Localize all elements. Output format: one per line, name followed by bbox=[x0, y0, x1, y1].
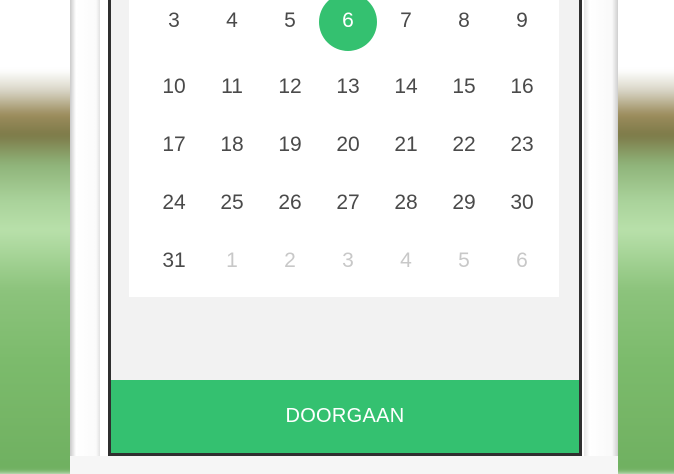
calendar-day[interactable]: 21 bbox=[377, 116, 435, 174]
calendar-day-number: 31 bbox=[162, 249, 186, 272]
calendar-day-number: 26 bbox=[278, 191, 302, 214]
calendar-day[interactable]: 28 bbox=[377, 174, 435, 232]
device-frame-left bbox=[70, 0, 100, 474]
calendar-day[interactable]: 7 bbox=[377, 0, 435, 58]
calendar-day[interactable]: 9 bbox=[493, 0, 551, 58]
calendar-day[interactable]: 5 bbox=[261, 0, 319, 58]
calendar-day[interactable]: 22 bbox=[435, 116, 493, 174]
calendar-day-next-month[interactable]: 2 bbox=[261, 232, 319, 290]
calendar-day-number: 5 bbox=[458, 249, 470, 272]
calendar-day[interactable]: 29 bbox=[435, 174, 493, 232]
calendar-day[interactable]: 27 bbox=[319, 174, 377, 232]
calendar-day-selected[interactable]: 6 bbox=[319, 0, 377, 58]
calendar-day-number: 7 bbox=[400, 9, 412, 32]
app-scene: 3 4 5 6 7 8 9 10 11 12 13 14 15 16 17 18 19 20 21 22 23 24 25 2… bbox=[0, 0, 674, 474]
device-frame-bottom bbox=[70, 456, 618, 474]
calendar-day[interactable]: 19 bbox=[261, 116, 319, 174]
calendar-day-number: 19 bbox=[278, 133, 302, 156]
calendar-day-number: 15 bbox=[452, 75, 476, 98]
calendar-day[interactable]: 17 bbox=[145, 116, 203, 174]
calendar-day-number: 12 bbox=[278, 75, 302, 98]
calendar-day-number: 28 bbox=[394, 191, 418, 214]
calendar-day-number: 4 bbox=[226, 9, 238, 32]
calendar-day-next-month[interactable]: 6 bbox=[493, 232, 551, 290]
background-photo-right bbox=[612, 0, 674, 474]
calendar-day[interactable]: 14 bbox=[377, 58, 435, 116]
calendar-day-number: 29 bbox=[452, 191, 476, 214]
calendar-day-number: 27 bbox=[336, 191, 360, 214]
calendar-day[interactable]: 23 bbox=[493, 116, 551, 174]
calendar-day-number: 21 bbox=[394, 133, 418, 156]
calendar-day-number: 10 bbox=[162, 75, 186, 98]
calendar-day-number: 11 bbox=[221, 75, 243, 98]
calendar-day-number: 16 bbox=[510, 75, 534, 98]
calendar-day-number: 9 bbox=[516, 9, 528, 32]
calendar-day[interactable]: 30 bbox=[493, 174, 551, 232]
calendar-day[interactable]: 15 bbox=[435, 58, 493, 116]
background-photo-left bbox=[0, 0, 80, 474]
app-screen: 3 4 5 6 7 8 9 10 11 12 13 14 15 16 17 18 19 20 21 22 23 24 25 2… bbox=[108, 0, 582, 456]
calendar-day-number: 23 bbox=[510, 133, 534, 156]
calendar-day-number: 2 bbox=[284, 249, 296, 272]
calendar-day-next-month[interactable]: 1 bbox=[203, 232, 261, 290]
calendar-day[interactable]: 18 bbox=[203, 116, 261, 174]
calendar-day-number: 5 bbox=[284, 9, 296, 32]
calendar-day[interactable]: 10 bbox=[145, 58, 203, 116]
calendar-day[interactable]: 25 bbox=[203, 174, 261, 232]
calendar-day[interactable]: 4 bbox=[203, 0, 261, 58]
calendar-day-number: 20 bbox=[336, 133, 360, 156]
calendar-day-grid: 3 4 5 6 7 8 9 10 11 12 13 14 15 16 17 18 19 20 21 22 23 24 25 2… bbox=[145, 0, 551, 290]
calendar-day[interactable]: 8 bbox=[435, 0, 493, 58]
calendar-day[interactable]: 26 bbox=[261, 174, 319, 232]
calendar-day[interactable]: 11 bbox=[203, 58, 261, 116]
calendar-day-number: 3 bbox=[168, 9, 180, 32]
calendar-day-number: 30 bbox=[510, 191, 534, 214]
calendar-day-number: 3 bbox=[342, 249, 354, 272]
calendar-day-number: 18 bbox=[220, 133, 244, 156]
calendar-day-number: 22 bbox=[452, 133, 476, 156]
calendar-day[interactable]: 31 bbox=[145, 232, 203, 290]
calendar-day-number: 8 bbox=[458, 9, 470, 32]
calendar-day[interactable]: 16 bbox=[493, 58, 551, 116]
calendar-day-number: 14 bbox=[394, 75, 418, 98]
calendar-day-number: 1 bbox=[226, 249, 238, 272]
calendar-card: 3 4 5 6 7 8 9 10 11 12 13 14 15 16 17 18 19 20 21 22 23 24 25 2… bbox=[129, 0, 559, 297]
calendar-day[interactable]: 12 bbox=[261, 58, 319, 116]
calendar-day-number: 4 bbox=[400, 249, 412, 272]
calendar-day-number: 6 bbox=[342, 9, 354, 32]
calendar-day-number: 17 bbox=[162, 133, 186, 156]
calendar-day-number: 24 bbox=[162, 191, 186, 214]
calendar-day[interactable]: 20 bbox=[319, 116, 377, 174]
calendar-day-number: 6 bbox=[516, 249, 528, 272]
device-frame-right bbox=[584, 0, 618, 474]
calendar-day[interactable]: 13 bbox=[319, 58, 377, 116]
calendar-day-next-month[interactable]: 4 bbox=[377, 232, 435, 290]
continue-button[interactable]: DOORGAAN bbox=[111, 380, 579, 453]
calendar-day[interactable]: 3 bbox=[145, 0, 203, 58]
calendar-day-next-month[interactable]: 3 bbox=[319, 232, 377, 290]
calendar-day[interactable]: 24 bbox=[145, 174, 203, 232]
calendar-day-next-month[interactable]: 5 bbox=[435, 232, 493, 290]
calendar-day-number: 13 bbox=[336, 75, 360, 98]
calendar-day-number: 25 bbox=[220, 191, 244, 214]
